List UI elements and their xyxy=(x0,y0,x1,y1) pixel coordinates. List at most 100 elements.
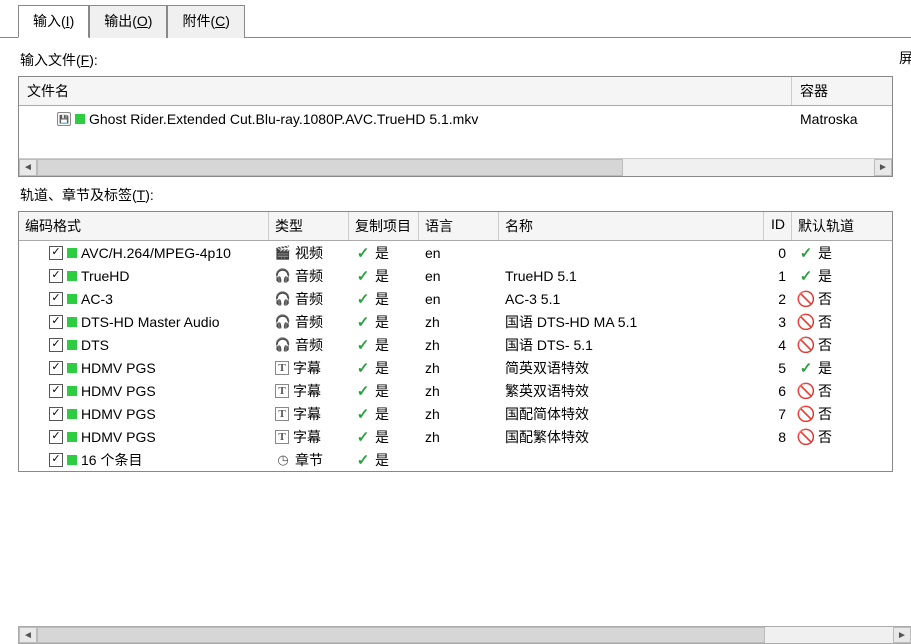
track-type-text: 视频 xyxy=(295,243,323,263)
track-lang-text: en xyxy=(425,291,441,307)
track-default-text: 否 xyxy=(818,289,832,309)
track-checkbox[interactable] xyxy=(49,269,63,283)
scroll-right-arrow-icon[interactable]: ► xyxy=(874,159,892,176)
col-header-codec[interactable]: 编码格式 xyxy=(19,212,269,240)
col-header-type[interactable]: 类型 xyxy=(269,212,349,240)
track-default-text: 否 xyxy=(818,404,832,424)
col-header-lang[interactable]: 语言 xyxy=(419,212,499,240)
track-copy-text: 是 xyxy=(375,404,389,424)
track-name-text: 国语 DTS- 5.1 xyxy=(505,335,593,355)
scroll-left-arrow-icon[interactable]: ◄ xyxy=(19,627,37,643)
track-id-text: 8 xyxy=(778,429,786,445)
track-list-panel: 编码格式 类型 复制项目 语言 名称 ID 默认轨道 AVC/H.264/MPE… xyxy=(18,211,893,472)
check-icon: ✓ xyxy=(355,383,371,399)
subtitle-type-icon: T xyxy=(275,361,289,375)
track-checkbox[interactable] xyxy=(49,430,63,444)
track-default-text: 否 xyxy=(818,312,832,332)
check-icon: ✓ xyxy=(355,245,371,261)
scroll-left-arrow-icon[interactable]: ◄ xyxy=(19,159,37,176)
track-name-text: 国语 DTS-HD MA 5.1 xyxy=(505,312,637,332)
track-row[interactable]: HDMV PGST字幕✓是zh简英双语特效5✓是 xyxy=(19,356,892,379)
tab-bar: 输入(I) 输出(O) 附件(C) xyxy=(0,0,911,38)
tab-attach-label: 附件 xyxy=(182,13,210,29)
scroll-thumb[interactable] xyxy=(37,159,623,176)
tracks-section-label: 轨道、章节及标签(T): xyxy=(0,177,911,211)
track-row[interactable]: 16 个条目◷章节✓是 xyxy=(19,448,892,471)
tracks-hscrollbar[interactable]: ◄ ► xyxy=(18,626,911,644)
check-icon: ✓ xyxy=(355,314,371,330)
status-indicator-icon xyxy=(67,248,77,258)
track-list-body: AVC/H.264/MPEG-4p10🎬视频✓是en0✓是TrueHD🎧音频✓是… xyxy=(19,241,892,471)
track-row[interactable]: AC-3🎧音频✓是enAC-3 5.12🚫否 xyxy=(19,287,892,310)
track-name-text: 国配繁体特效 xyxy=(505,427,589,447)
file-row[interactable]: 💾 Ghost Rider.Extended Cut.Blu-ray.1080P… xyxy=(19,106,892,132)
track-codec-text: AVC/H.264/MPEG-4p10 xyxy=(81,245,231,261)
check-icon: ✓ xyxy=(798,360,814,376)
status-indicator-icon xyxy=(67,386,77,396)
track-row[interactable]: AVC/H.264/MPEG-4p10🎬视频✓是en0✓是 xyxy=(19,241,892,264)
scroll-right-arrow-icon[interactable]: ► xyxy=(893,627,911,643)
track-id-text: 1 xyxy=(778,268,786,284)
track-type-text: 音频 xyxy=(295,289,323,309)
tab-attachments[interactable]: 附件(C) xyxy=(167,5,244,38)
track-row[interactable]: DTS-HD Master Audio🎧音频✓是zh国语 DTS-HD MA 5… xyxy=(19,310,892,333)
scroll-track[interactable] xyxy=(37,159,874,176)
track-copy-text: 是 xyxy=(375,427,389,447)
track-row[interactable]: HDMV PGST字幕✓是zh国配繁体特效8🚫否 xyxy=(19,425,892,448)
track-checkbox[interactable] xyxy=(49,292,63,306)
track-checkbox[interactable] xyxy=(49,407,63,421)
check-icon: ✓ xyxy=(798,268,814,284)
track-checkbox[interactable] xyxy=(49,246,63,260)
col-header-default[interactable]: 默认轨道 xyxy=(792,212,874,240)
file-list-panel: 文件名 容器 💾 Ghost Rider.Extended Cut.Blu-ra… xyxy=(18,76,893,177)
check-icon: ✓ xyxy=(355,406,371,422)
track-lang-text: en xyxy=(425,268,441,284)
prohibit-icon: 🚫 xyxy=(798,406,814,422)
track-default-text: 是 xyxy=(818,243,832,263)
track-default-text: 是 xyxy=(818,266,832,286)
chapter-type-icon: ◷ xyxy=(275,452,291,468)
prohibit-icon: 🚫 xyxy=(798,429,814,445)
track-name-text: TrueHD 5.1 xyxy=(505,268,577,284)
col-header-name[interactable]: 名称 xyxy=(499,212,764,240)
status-indicator-icon xyxy=(75,114,85,124)
track-checkbox[interactable] xyxy=(49,315,63,329)
track-row[interactable]: DTS🎧音频✓是zh国语 DTS- 5.14🚫否 xyxy=(19,333,892,356)
tab-input-key: I xyxy=(66,13,70,29)
file-container-text: Matroska xyxy=(792,109,892,129)
track-copy-text: 是 xyxy=(375,450,389,470)
track-codec-text: DTS-HD Master Audio xyxy=(81,314,219,330)
col-header-copy[interactable]: 复制项目 xyxy=(349,212,419,240)
track-lang-text: zh xyxy=(425,314,440,330)
col-header-id[interactable]: ID xyxy=(764,212,792,240)
track-row[interactable]: HDMV PGST字幕✓是zh繁英双语特效6🚫否 xyxy=(19,379,892,402)
track-lang-text: en xyxy=(425,245,441,261)
track-codec-text: AC-3 xyxy=(81,291,113,307)
col-header-container[interactable]: 容器 xyxy=(792,77,892,105)
track-type-text: 字幕 xyxy=(293,381,321,401)
status-indicator-icon xyxy=(67,432,77,442)
status-indicator-icon xyxy=(67,455,77,465)
status-indicator-icon xyxy=(67,317,77,327)
track-checkbox[interactable] xyxy=(49,453,63,467)
track-checkbox[interactable] xyxy=(49,384,63,398)
scroll-thumb[interactable] xyxy=(37,627,765,643)
track-row[interactable]: TrueHD🎧音频✓是enTrueHD 5.11✓是 xyxy=(19,264,892,287)
track-id-text: 2 xyxy=(778,291,786,307)
track-copy-text: 是 xyxy=(375,358,389,378)
file-list-hscrollbar[interactable]: ◄ ► xyxy=(19,158,892,176)
track-lang-text: zh xyxy=(425,383,440,399)
scroll-track[interactable] xyxy=(37,627,893,643)
tab-input-label: 输入 xyxy=(33,13,61,29)
track-id-text: 6 xyxy=(778,383,786,399)
track-codec-text: TrueHD xyxy=(81,268,130,284)
track-default-text: 否 xyxy=(818,427,832,447)
col-header-filename[interactable]: 文件名 xyxy=(19,77,792,105)
track-copy-text: 是 xyxy=(375,289,389,309)
tab-output[interactable]: 输出(O) xyxy=(89,5,167,38)
track-row[interactable]: HDMV PGST字幕✓是zh国配简体特效7🚫否 xyxy=(19,402,892,425)
track-checkbox[interactable] xyxy=(49,338,63,352)
track-checkbox[interactable] xyxy=(49,361,63,375)
tab-input[interactable]: 输入(I) xyxy=(18,5,89,38)
track-type-text: 音频 xyxy=(295,312,323,332)
